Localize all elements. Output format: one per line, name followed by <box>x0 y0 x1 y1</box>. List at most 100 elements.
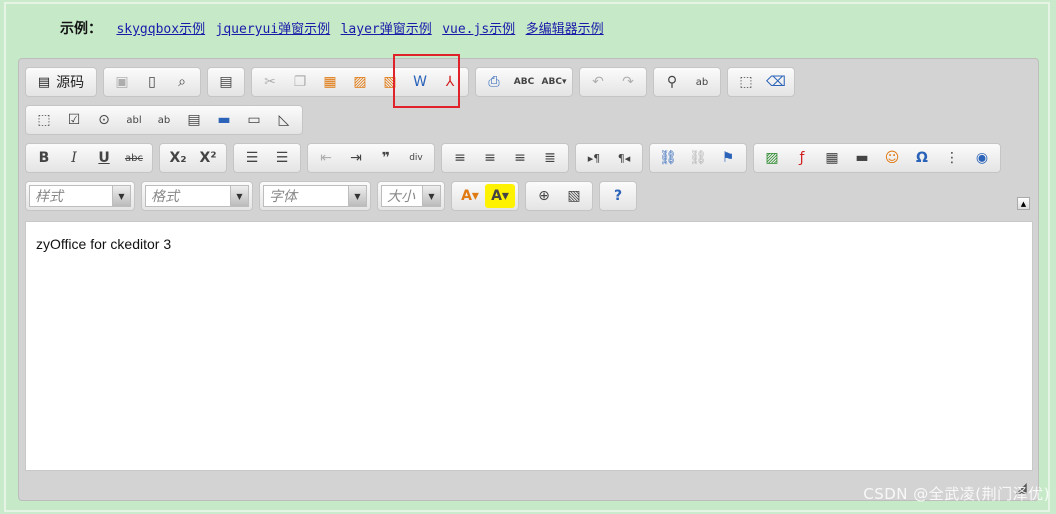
align-justify-icon[interactable]: ≣ <box>535 146 565 170</box>
anchor-icon[interactable]: ⚑ <box>713 146 743 170</box>
spellcheck-icon[interactable]: ABC <box>509 70 539 94</box>
superscript-icon[interactable]: X² <box>193 146 223 170</box>
radio-icon[interactable]: ⊙ <box>89 108 119 132</box>
numbered-list-icon[interactable]: ☰ <box>237 146 267 170</box>
chevron-down-icon: ▼ <box>349 185 367 207</box>
bulleted-list-icon[interactable]: ☰ <box>267 146 297 170</box>
chevron-down-icon: ▼ <box>231 185 249 207</box>
rtl-icon[interactable]: ¶◂ <box>609 146 639 170</box>
strike-icon[interactable]: abc <box>119 146 149 170</box>
find-icon[interactable]: ⚲ <box>657 70 687 94</box>
demo-link-skygqbox[interactable]: skygqbox示例 <box>116 22 205 37</box>
editor-content-area[interactable]: zyOffice for ckeditor 3 <box>25 221 1033 471</box>
source-label: 源码 <box>56 75 85 91</box>
align-left-icon[interactable]: ≡ <box>445 146 475 170</box>
select-icon[interactable]: ▤ <box>179 108 209 132</box>
document-icon: ▤ <box>37 74 51 90</box>
page-break-icon[interactable]: ⋮ <box>937 146 967 170</box>
templates-icon[interactable]: ▤ <box>211 70 241 94</box>
ltr-icon[interactable]: ▸¶ <box>579 146 609 170</box>
italic-icon[interactable]: I <box>59 146 89 170</box>
image-button-icon[interactable]: ▭ <box>239 108 269 132</box>
group-links: ⛓ ⛓ ⚑ <box>649 143 747 173</box>
form-icon[interactable]: ⬚ <box>29 108 59 132</box>
toolbar-row-2: ⬚ ☑ ⊙ abl ab ▤ ▬ ▭ ◺ <box>25 105 309 135</box>
text-color-icon[interactable]: A▾ <box>455 184 485 208</box>
smiley-icon[interactable]: ☺ <box>877 146 907 170</box>
iframe-icon[interactable]: ◉ <box>967 146 997 170</box>
content-text: zyOffice for ckeditor 3 <box>36 236 172 252</box>
redo-icon[interactable]: ↷ <box>613 70 643 94</box>
scayt-icon[interactable]: ABC▾ <box>539 70 569 94</box>
toolbar-row-4: 样式 ▼ 格式 ▼ 字体 ▼ 大小 ▼ A▾ A▾ ⊕ ▧ ? <box>25 181 643 211</box>
demo-link-multi-editor[interactable]: 多编辑器示例 <box>526 22 604 37</box>
group-source: ▤ 源码 <box>25 67 97 97</box>
about-icon[interactable]: ? <box>603 184 633 208</box>
group-templates: ▤ <box>207 67 245 97</box>
group-tools: ⊕ ▧ <box>525 181 593 211</box>
div-icon[interactable]: div <box>401 146 431 170</box>
blockquote-icon[interactable]: ❞ <box>371 146 401 170</box>
source-button[interactable]: ▤ 源码 <box>29 70 93 94</box>
demo-label: 示例： <box>60 21 102 37</box>
align-center-icon[interactable]: ≡ <box>475 146 505 170</box>
demo-link-jqueryui[interactable]: jqueryui弹窗示例 <box>216 22 331 37</box>
group-forms: ⬚ ☑ ⊙ abl ab ▤ ▬ ▭ ◺ <box>25 105 303 135</box>
special-char-icon[interactable]: Ω <box>907 146 937 170</box>
table-icon[interactable]: ▦ <box>817 146 847 170</box>
textfield-icon[interactable]: abl <box>119 108 149 132</box>
undo-icon[interactable]: ↶ <box>583 70 613 94</box>
textarea-icon[interactable]: ab <box>149 108 179 132</box>
bg-color-icon[interactable]: A▾ <box>485 184 515 208</box>
button-icon[interactable]: ▬ <box>209 108 239 132</box>
group-lists: ☰ ☰ <box>233 143 301 173</box>
indent-icon[interactable]: ⇥ <box>341 146 371 170</box>
maximize-icon[interactable]: ⊕ <box>529 184 559 208</box>
paste-icon[interactable]: ▦ <box>315 70 345 94</box>
demo-link-layer[interactable]: layer弹窗示例 <box>341 22 432 37</box>
underline-icon[interactable]: U <box>89 146 119 170</box>
outdent-icon[interactable]: ⇤ <box>311 146 341 170</box>
select-all-icon[interactable]: ⬚ <box>731 70 761 94</box>
group-about: ? <box>599 181 637 211</box>
font-field: 字体 <box>263 185 349 207</box>
demo-links-bar: 示例： skygqbox示例 jqueryui弹窗示例 layer弹窗示例 vu… <box>60 18 610 38</box>
cut-icon[interactable]: ✂ <box>255 70 285 94</box>
bold-icon[interactable]: B <box>29 146 59 170</box>
styles-field: 样式 <box>29 185 113 207</box>
styles-combo[interactable]: 样式 ▼ <box>25 181 135 211</box>
checkbox-icon[interactable]: ☑ <box>59 108 89 132</box>
preview-icon[interactable]: ⌕ <box>167 70 197 94</box>
unlink-icon[interactable]: ⛓ <box>683 146 713 170</box>
show-blocks-icon[interactable]: ▧ <box>559 184 589 208</box>
new-page-icon[interactable]: ▯ <box>137 70 167 94</box>
toolbar-collapse-button[interactable]: ▲ <box>1017 197 1030 210</box>
font-combo[interactable]: 字体 ▼ <box>259 181 371 211</box>
save-icon[interactable]: ▣ <box>107 70 137 94</box>
group-document: ▣ ▯ ⌕ <box>103 67 201 97</box>
image-icon[interactable]: ▨ <box>757 146 787 170</box>
group-select: ⬚ ⌫ <box>727 67 795 97</box>
toolbar-row-3: B I U abc X₂ X² ☰ ☰ ⇤ ⇥ ❞ div ≡ ≡ ≡ ≣ ▸¶… <box>25 143 1007 173</box>
copy-icon[interactable]: ❐ <box>285 70 315 94</box>
remove-format-icon[interactable]: ⌫ <box>761 70 791 94</box>
group-indent: ⇤ ⇥ ❞ div <box>307 143 435 173</box>
subscript-icon[interactable]: X₂ <box>163 146 193 170</box>
print-icon[interactable]: ⎙ <box>479 70 509 94</box>
format-combo[interactable]: 格式 ▼ <box>141 181 253 211</box>
paste-text-icon[interactable]: ▨ <box>345 70 375 94</box>
flash-icon[interactable]: ƒ <box>787 146 817 170</box>
watermark: CSDN @全武凌(荆门泽优) <box>863 485 1050 503</box>
demo-link-vue[interactable]: vue.js示例 <box>442 22 515 37</box>
format-field: 格式 <box>145 185 231 207</box>
ckeditor: ▤ 源码 ▣ ▯ ⌕ ▤ ✂ ❐ ▦ ▨ ▧ W ⅄ ⎙ ABC ABC▾ ↶ ↷ <box>18 58 1039 501</box>
group-colors: A▾ A▾ <box>451 181 519 211</box>
link-icon[interactable]: ⛓ <box>653 146 683 170</box>
horizontal-rule-icon[interactable]: ▬ <box>847 146 877 170</box>
replace-icon[interactable]: ab <box>687 70 717 94</box>
hidden-field-icon[interactable]: ◺ <box>269 108 299 132</box>
size-combo[interactable]: 大小 ▼ <box>377 181 445 211</box>
align-right-icon[interactable]: ≡ <box>505 146 535 170</box>
group-bidi: ▸¶ ¶◂ <box>575 143 643 173</box>
size-field: 大小 <box>381 185 423 207</box>
